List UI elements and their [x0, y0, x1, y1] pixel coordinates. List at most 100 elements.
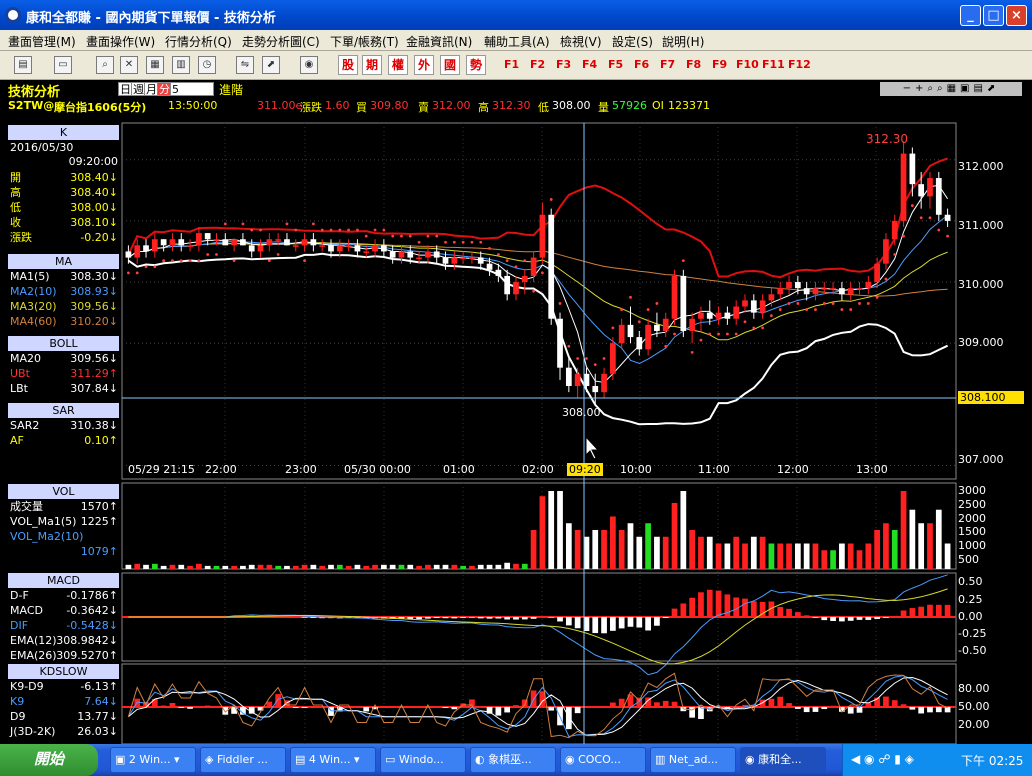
close-button[interactable]: × [1006, 5, 1027, 26]
start-button[interactable]: 開始 [0, 744, 98, 776]
menu-item-finance[interactable]: 金融資訊(N) [406, 33, 472, 50]
menu-item-help[interactable]: 說明(H) [662, 33, 704, 50]
monitor-icon[interactable]: ▭ [54, 56, 72, 74]
candle-body [803, 288, 810, 295]
macd-tick: -0.50 [958, 644, 987, 657]
menu-item-tools[interactable]: 輔助工具(A) [484, 33, 550, 50]
tray-icons[interactable]: ◀ ◉ ☍ ▮ ◈ [851, 752, 914, 766]
task-chrome[interactable]: ◉ COCO... [560, 747, 646, 773]
volume-bar [750, 536, 757, 569]
candle-body [565, 367, 572, 387]
volume-bar [557, 491, 563, 569]
task-window[interactable]: ▭ Windo... [380, 747, 466, 773]
candle-body [847, 288, 854, 295]
quote-vol: 57926 [612, 99, 647, 112]
sar-dot [303, 259, 306, 263]
sar-dot [408, 234, 412, 238]
f7-button[interactable]: F7 [660, 58, 675, 71]
menu-item-order[interactable]: 下單/帳務(T) [330, 33, 399, 50]
macd-bar [680, 603, 687, 617]
time-tick: 13:00 [856, 463, 888, 476]
candle-body [574, 373, 581, 387]
volume-bar [715, 543, 722, 569]
calc-icon[interactable]: ▦ [146, 56, 164, 74]
foreign-button[interactable]: 外 [414, 55, 434, 75]
f3-button[interactable]: F3 [556, 58, 571, 71]
sar-dot [734, 332, 738, 336]
kd-bar [196, 706, 202, 707]
minimize-button[interactable]: _ [960, 5, 981, 26]
f4-button[interactable]: F4 [582, 58, 597, 71]
macd-bar [839, 617, 845, 622]
f1-button[interactable]: F1 [504, 58, 519, 71]
volume-bar [169, 564, 176, 569]
task-kanghe[interactable]: ◉ 康和全... [740, 747, 826, 773]
sar-dot [858, 302, 861, 305]
f8-button[interactable]: F8 [686, 58, 701, 71]
stock-button[interactable]: 股 [338, 55, 358, 75]
f12-button[interactable]: F12 [788, 58, 811, 71]
volume-bar [654, 536, 660, 569]
macd-tick: 0.00 [958, 610, 983, 623]
menu-item-settings[interactable]: 設定(S) [612, 33, 653, 50]
menu-bar: 畫面管理(M) 畫面操作(W) 行情分析(Q) 走勢分析圖(C) 下單/帳務(T… [0, 30, 1032, 51]
candle-body [636, 337, 643, 350]
sar-dot [523, 259, 527, 263]
cross-icon[interactable]: ✕ [120, 56, 138, 74]
sar-dot [673, 332, 676, 336]
kd-bar [178, 707, 185, 708]
maximize-button[interactable]: □ [983, 5, 1004, 26]
table-icon[interactable]: ▥ [172, 56, 190, 74]
link-icon[interactable]: ⇋ [236, 56, 254, 74]
f6-button[interactable]: F6 [634, 58, 649, 71]
tray-clock[interactable]: 下午 02:25 [961, 752, 1023, 769]
f10-button[interactable]: F10 [736, 58, 759, 71]
time-tick: 22:00 [205, 463, 237, 476]
task-explorer[interactable]: ▤ 4 Win... ▾ [290, 747, 376, 773]
task-net[interactable]: ▥ Net_ad... [650, 747, 736, 773]
quote-bar: S2TW@ 摩台指1606(5分) 13:50:00 311.00e 漲跌 1.… [0, 98, 1032, 115]
task-cmd[interactable]: ▣ 2 Win... ▾ [110, 747, 196, 773]
macd-bar [935, 604, 942, 617]
kd-panel-frame [121, 663, 957, 744]
logo-icon[interactable]: ◉ [300, 56, 318, 74]
sar-dot [444, 240, 447, 244]
menu-item-quote[interactable]: 行情分析(Q) [165, 33, 232, 50]
quote-vol-label: 量 [598, 101, 609, 114]
sar-dot [223, 222, 227, 226]
chart-area[interactable] [0, 115, 1032, 744]
candle-body [240, 239, 246, 246]
quote-low: 308.00 [552, 99, 591, 112]
international-button[interactable]: 國 [440, 55, 460, 75]
volume-bar [319, 565, 326, 569]
f5-button[interactable]: F5 [608, 58, 623, 71]
chart-tools-icon[interactable]: −+⌕⌕▦▣▤⬈ [880, 82, 1022, 96]
candle-body [610, 343, 616, 374]
f2-button[interactable]: F2 [530, 58, 545, 71]
interval-select[interactable]: 5 [170, 82, 214, 96]
candle-body [865, 282, 872, 289]
f9-button[interactable]: F9 [712, 58, 727, 71]
candle-body [786, 282, 792, 289]
options-button[interactable]: 權 [388, 55, 408, 75]
advanced-link[interactable]: 進階 [219, 81, 243, 98]
menu-item-screen[interactable]: 畫面管理(M) [8, 33, 76, 50]
macd-tick: 0.50 [958, 575, 983, 588]
menu-item-trend[interactable]: 走勢分析圖(C) [242, 33, 320, 50]
clock-icon[interactable]: ◷ [198, 56, 216, 74]
volume-bar [777, 543, 784, 569]
f11-button[interactable]: F11 [762, 58, 785, 71]
chart-icon[interactable]: ▤ [14, 56, 32, 74]
volume-bar [275, 565, 282, 569]
menu-item-view[interactable]: 檢視(V) [560, 33, 602, 50]
trend-button[interactable]: 勢 [466, 55, 486, 75]
futures-button[interactable]: 期 [362, 55, 382, 75]
candle-body [151, 239, 158, 252]
menu-item-window[interactable]: 畫面操作(W) [86, 33, 155, 50]
search-icon[interactable]: ⌕ [96, 56, 114, 74]
candle-body [336, 245, 343, 252]
vol-tick: 3000 [958, 484, 986, 497]
task-fiddler[interactable]: ◈ Fiddler ... [200, 747, 286, 773]
task-chess[interactable]: ◐ 象棋巫... [470, 747, 556, 773]
trend-icon[interactable]: ⬈ [262, 56, 280, 74]
